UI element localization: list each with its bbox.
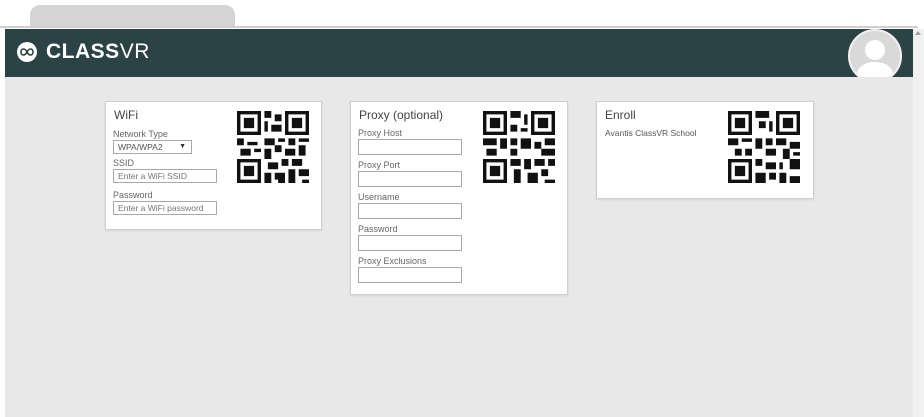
wifi-card-title: WiFi bbox=[114, 108, 138, 122]
network-type-value: WPA/WPA2 bbox=[118, 142, 163, 152]
wifi-password-input[interactable] bbox=[113, 201, 217, 215]
proxy-password-input[interactable] bbox=[358, 235, 462, 251]
infinity-icon bbox=[17, 42, 37, 62]
wifi-password-label: Password bbox=[113, 190, 153, 200]
proxy-port-input[interactable] bbox=[358, 171, 462, 187]
proxy-exclusions-label: Proxy Exclusions bbox=[358, 256, 427, 266]
qr-code-icon bbox=[728, 111, 800, 183]
proxy-password-label: Password bbox=[358, 224, 398, 234]
proxy-username-input[interactable] bbox=[358, 203, 462, 219]
brand-name: CLASSVR bbox=[46, 40, 150, 63]
qr-code-icon bbox=[237, 111, 309, 183]
proxy-card-title: Proxy (optional) bbox=[359, 108, 444, 122]
network-type-select[interactable]: WPA/WPA2 ▼ bbox=[113, 140, 192, 154]
proxy-username-label: Username bbox=[358, 192, 400, 202]
app-header: CLASSVR bbox=[5, 29, 913, 83]
qr-code-icon bbox=[483, 111, 555, 183]
vertical-scrollbar[interactable] bbox=[913, 29, 924, 417]
tab-divider bbox=[0, 26, 918, 28]
classvr-logo[interactable]: CLASSVR bbox=[17, 40, 150, 64]
proxy-exclusions-input[interactable] bbox=[358, 267, 462, 283]
proxy-host-input[interactable] bbox=[358, 139, 462, 155]
browser-tab-strip bbox=[0, 0, 924, 28]
proxy-host-label: Proxy Host bbox=[358, 128, 403, 138]
main-content: WiFi Network Type WPA/WPA2 ▼ SSID Passwo… bbox=[5, 77, 913, 417]
network-type-label: Network Type bbox=[113, 129, 168, 139]
proxy-card: Proxy (optional) Proxy Host Proxy Port U… bbox=[350, 101, 568, 295]
enroll-card: Enroll Avantis ClassVR School bbox=[596, 101, 814, 199]
dropdown-caret-icon: ▼ bbox=[179, 143, 186, 150]
wifi-card: WiFi Network Type WPA/WPA2 ▼ SSID Passwo… bbox=[105, 101, 322, 230]
enroll-card-title: Enroll bbox=[605, 108, 636, 122]
ssid-input[interactable] bbox=[113, 169, 217, 183]
proxy-port-label: Proxy Port bbox=[358, 160, 401, 170]
user-avatar-icon[interactable] bbox=[848, 29, 902, 83]
school-name: Avantis ClassVR School bbox=[605, 128, 697, 138]
scroll-up-arrow-icon[interactable] bbox=[915, 31, 921, 35]
ssid-label: SSID bbox=[113, 158, 135, 168]
browser-tab[interactable] bbox=[30, 5, 235, 28]
